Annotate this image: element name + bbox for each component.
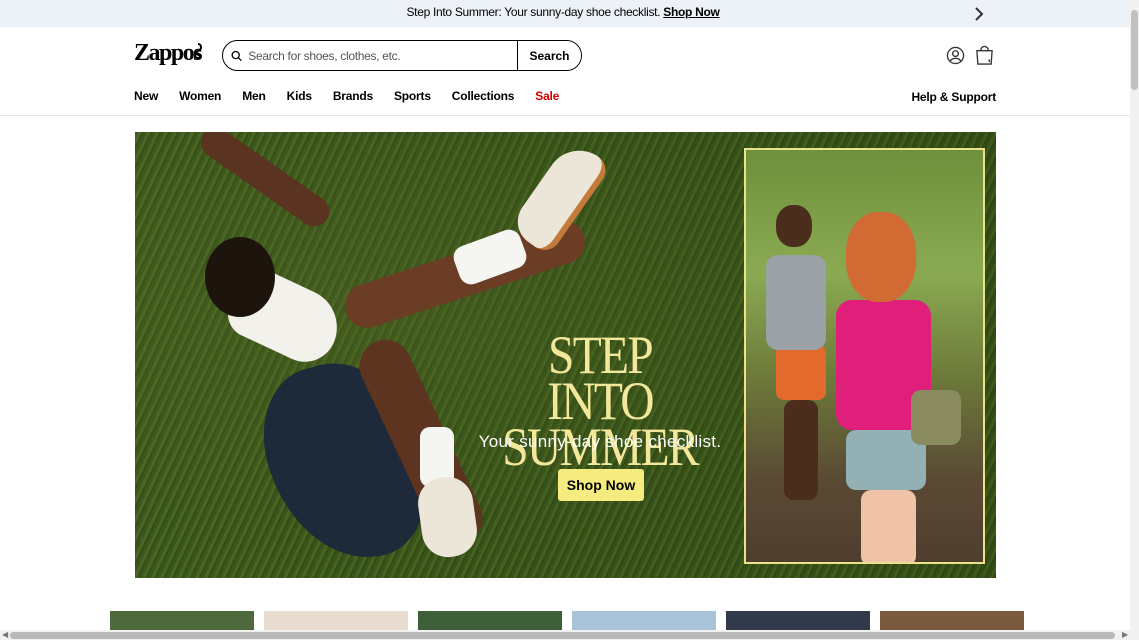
scroll-right-icon[interactable]: ▶ [1122, 630, 1128, 639]
horizontal-scrollbar-thumb[interactable] [10, 632, 1115, 639]
hero-headline-line1: STEP INTO [547, 325, 654, 431]
chevron-right-icon[interactable] [970, 6, 986, 22]
search-input[interactable] [248, 48, 517, 63]
nav-item-collections[interactable]: Collections [452, 89, 515, 103]
kid2-hair [846, 212, 916, 302]
search-bar: Search [222, 40, 582, 71]
search-button[interactable]: Search [517, 41, 581, 70]
hero-shop-now-button[interactable]: Shop Now [558, 469, 644, 501]
nav-item-men[interactable]: Men [242, 89, 266, 103]
vertical-scrollbar-track[interactable] [1130, 0, 1139, 630]
nav-item-sale[interactable]: Sale [535, 89, 559, 103]
hero-banner[interactable]: STEP INTO SUMMER Your sunny-day shoe che… [135, 132, 996, 578]
promo-text: Step Into Summer: Your sunny-day shoe ch… [406, 5, 661, 19]
search-icon [231, 50, 242, 61]
account-icon[interactable] [946, 46, 965, 65]
kid1-shirt [766, 255, 826, 350]
nav-item-sports[interactable]: Sports [394, 89, 431, 103]
kid2-legs [861, 490, 916, 562]
search-field[interactable] [223, 41, 517, 70]
shopping-bag-icon[interactable] [975, 44, 994, 66]
main-nav: New Women Men Kids Brands Sports Collect… [134, 89, 580, 103]
hero-subline: Your sunny-day shoe checklist. [478, 432, 722, 451]
kid1-head [776, 205, 812, 247]
kid1-legs [784, 400, 818, 500]
logo-text: Zappos [134, 40, 202, 66]
nav-item-new[interactable]: New [134, 89, 158, 103]
kids-photo [744, 148, 985, 564]
vertical-scrollbar-thumb[interactable] [1131, 10, 1138, 90]
nav-item-kids[interactable]: Kids [287, 89, 312, 103]
kid1-shorts [776, 345, 826, 400]
scroll-left-icon[interactable]: ◀ [2, 630, 8, 639]
kid2-bag [911, 390, 961, 445]
zappos-logo[interactable]: Zappos [134, 40, 204, 70]
promo-bar: Step Into Summer: Your sunny-day shoe ch… [0, 0, 1130, 27]
hero-figure-head [205, 237, 275, 317]
nav-item-women[interactable]: Women [179, 89, 221, 103]
nav-item-brands[interactable]: Brands [333, 89, 373, 103]
promo-message: Step Into Summer: Your sunny-day shoe ch… [0, 5, 1126, 19]
nav-divider [0, 115, 1130, 116]
help-support-link[interactable]: Help & Support [911, 90, 996, 104]
promo-shop-now-link[interactable]: Shop Now [663, 5, 720, 19]
